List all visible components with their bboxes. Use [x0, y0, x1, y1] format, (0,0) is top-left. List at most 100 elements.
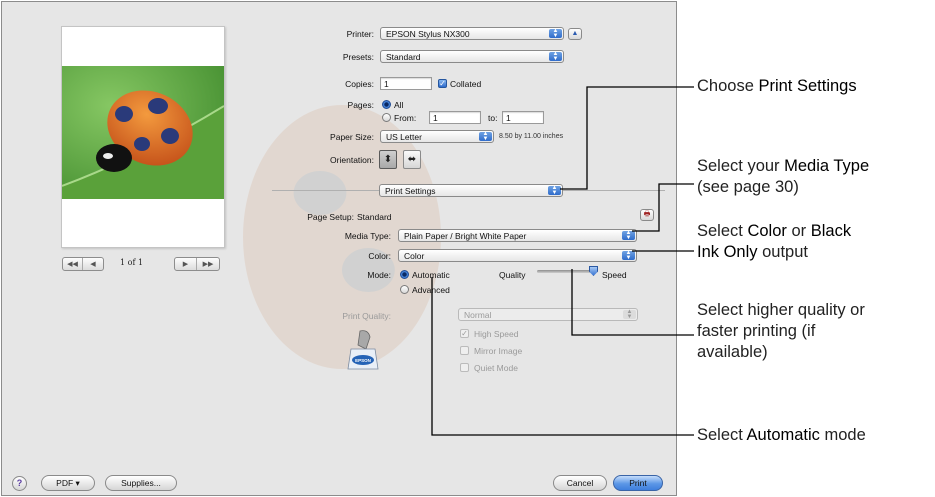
mode-label: Mode:: [367, 270, 391, 280]
media-type-popup[interactable]: Plain Paper / Bright White Paper ▲ ▼: [398, 229, 637, 242]
popup-arrows-icon: ▲ ▼: [622, 250, 635, 261]
mode-automatic-label: Automatic: [412, 270, 450, 280]
mirror-image-label: Mirror Image: [474, 346, 523, 356]
panel-popup[interactable]: Print Settings ▲ ▼: [379, 184, 563, 197]
pages-from-label: From:: [394, 113, 417, 123]
presets-label: Presets:: [342, 52, 374, 62]
callout-automatic: Select Automatic mode: [697, 425, 866, 446]
collated-label: Collated: [450, 79, 482, 89]
page-setup-label: Page Setup:: [307, 212, 354, 222]
high-speed-label: High Speed: [474, 329, 519, 339]
callout-quality: Select higher quality or faster printing…: [697, 300, 865, 363]
epson-logo-text: EPSON: [355, 358, 371, 363]
popup-arrows-icon: ▲ ▼: [622, 230, 635, 241]
utility-icon-button[interactable]: 🖶: [640, 209, 654, 221]
presets-value: Standard: [386, 52, 421, 62]
speed-label: Speed: [602, 270, 627, 280]
print-quality-value: Normal: [464, 310, 492, 320]
pages-all-radio[interactable]: [382, 100, 391, 109]
supplies-button[interactable]: Supplies...: [105, 475, 177, 491]
first-page-button[interactable]: ◀◀: [63, 258, 83, 270]
mode-advanced-radio[interactable]: [400, 285, 409, 294]
pages-to-field[interactable]: 1: [502, 111, 544, 124]
quiet-mode-label: Quiet Mode: [474, 363, 518, 373]
copies-field[interactable]: 1: [380, 77, 432, 90]
orientation-portrait-button[interactable]: ⬍: [379, 150, 397, 169]
print-button[interactable]: Print: [613, 475, 663, 491]
callout-emphasis: Black: [810, 222, 852, 240]
print-quality-popup[interactable]: Normal ▲ ▼: [458, 308, 638, 321]
callout-emphasis: Color: [747, 222, 787, 240]
orientation-label: Orientation:: [330, 155, 374, 165]
print-quality-label: Print Quality:: [342, 311, 391, 321]
popup-arrows-icon: ▲ ▼: [479, 131, 492, 142]
callout-text: mode: [819, 426, 866, 444]
panel-value: Print Settings: [385, 186, 436, 196]
callout-emphasis: Ink Only: [697, 243, 758, 261]
paper-size-value: US Letter: [386, 132, 422, 142]
printer-value: EPSON Stylus NX300: [386, 29, 470, 39]
callout-emphasis: Media Type: [784, 157, 870, 175]
presets-popup[interactable]: Standard ▲ ▼: [380, 50, 564, 63]
pages-label: Pages:: [347, 100, 374, 110]
quality-speed-slider-track[interactable]: [537, 270, 592, 273]
popup-arrows-icon: ▲ ▼: [549, 51, 562, 62]
callout-text: Select: [697, 222, 748, 240]
pages-from-radio[interactable]: [382, 113, 391, 122]
epson-printer-utility-logo: EPSON: [347, 330, 379, 370]
help-button[interactable]: ?: [12, 476, 27, 491]
popup-arrows-icon: ▲ ▼: [623, 309, 636, 320]
paper-dimensions: 8.50 by 11.00 inches: [499, 133, 564, 140]
callout-text: Select your: [697, 157, 785, 175]
popup-arrows-icon: ▲ ▼: [549, 28, 562, 39]
quiet-mode-checkbox[interactable]: [460, 363, 469, 372]
callout-media-type: Select your Media Type (see page 30): [697, 156, 869, 198]
color-label: Color:: [368, 251, 391, 261]
callout-emphasis: Automatic: [746, 426, 820, 444]
mode-automatic-radio[interactable]: [400, 270, 409, 279]
pages-from-field[interactable]: 1: [429, 111, 481, 124]
high-speed-checkbox[interactable]: ✓: [460, 329, 469, 338]
cancel-button[interactable]: Cancel: [553, 475, 607, 491]
copies-label: Copies:: [345, 79, 374, 89]
printer-popup[interactable]: EPSON Stylus NX300 ▲ ▼: [380, 27, 564, 40]
color-value: Color: [404, 251, 425, 261]
quality-speed-slider-knob[interactable]: [589, 266, 598, 276]
callout-color: Select Color or Black Ink Only output: [697, 221, 851, 263]
callout-emphasis: Print Settings: [758, 77, 857, 95]
media-type-value: Plain Paper / Bright White Paper: [404, 231, 527, 241]
disclosure-toggle-button[interactable]: ▲: [568, 28, 582, 40]
callout-print-settings: Choose Print Settings: [697, 76, 857, 97]
callout-text: Choose: [697, 77, 759, 95]
pages-all-label: All: [394, 100, 404, 110]
callout-text: Select higher quality or: [697, 301, 865, 319]
preview-nav-forward-group: ▶ ▶▶: [174, 257, 220, 271]
callout-text: or: [786, 222, 811, 240]
popup-arrows-icon: ▲ ▼: [548, 185, 561, 196]
mode-advanced-label: Advanced: [412, 285, 450, 295]
pages-to-label: to:: [488, 113, 498, 123]
media-type-label: Media Type:: [344, 231, 391, 241]
preview-photo-ladybug: [62, 66, 224, 199]
last-page-button[interactable]: ▶▶: [197, 258, 219, 270]
callout-text: Select: [697, 426, 747, 444]
paper-size-popup[interactable]: US Letter ▲ ▼: [380, 130, 494, 143]
paper-size-label: Paper Size:: [330, 132, 374, 142]
print-dialog: ◀◀ ◀ 1 of 1 ▶ ▶▶ Printer: EPSON Stylus N…: [1, 1, 677, 496]
page-setup-value: Standard: [357, 212, 392, 222]
preview-page-count: 1 of 1: [120, 258, 144, 267]
mirror-image-checkbox[interactable]: [460, 346, 469, 355]
quality-label: Quality: [499, 270, 526, 280]
color-popup[interactable]: Color ▲ ▼: [398, 249, 637, 262]
orientation-landscape-button[interactable]: ⬌: [403, 150, 421, 169]
callout-text: faster printing (if: [697, 322, 816, 340]
previous-page-button[interactable]: ◀: [83, 258, 103, 270]
callout-text: available): [697, 343, 768, 361]
printer-label: Printer:: [346, 29, 374, 39]
callout-text: output: [757, 243, 808, 261]
pdf-menu-button[interactable]: PDF ▾: [41, 475, 95, 491]
next-page-button[interactable]: ▶: [175, 258, 197, 270]
callout-text: (see page 30): [697, 178, 799, 196]
collated-checkbox[interactable]: ✓: [438, 79, 447, 88]
preview-nav-back-group: ◀◀ ◀: [62, 257, 104, 271]
